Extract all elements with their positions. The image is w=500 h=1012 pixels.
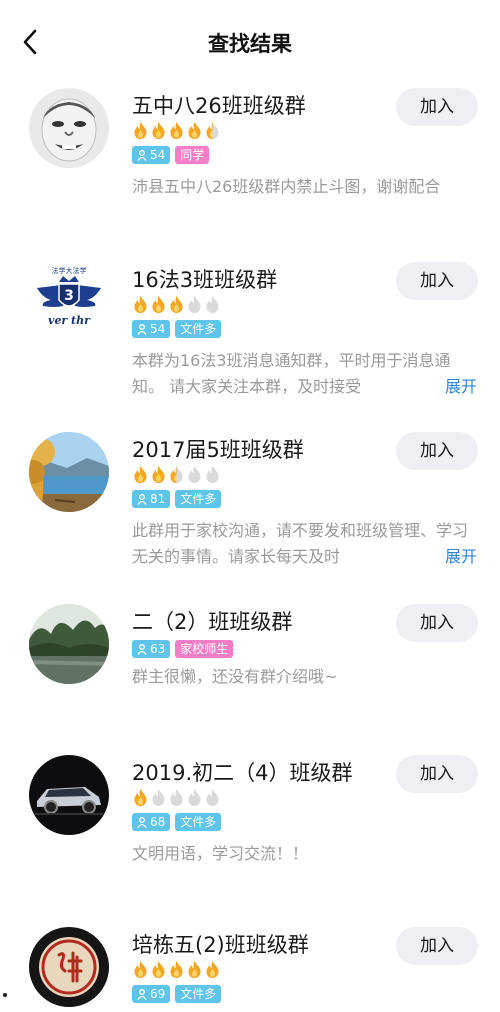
flame-empty-icon [170,789,183,806]
group-tag: 文件多 [175,985,222,1003]
flame-full-icon [206,961,219,978]
rating [132,788,221,807]
flame-full-icon [152,466,165,483]
flame-empty-icon [152,789,165,806]
person-icon [137,643,147,655]
member-count: 54 [150,322,166,336]
crown-wings-logo: 法学大法学 3 ver thr [29,262,109,342]
group-avatar[interactable] [29,755,109,835]
group-name[interactable]: 五中八26班班级群 [132,90,306,120]
group-tag: 家校师生 [175,640,234,658]
flame-full-icon [170,961,183,978]
member-count-badge: 54 [132,320,171,338]
person-icon [137,816,147,828]
flame-empty-icon [188,789,201,806]
flame-full-icon [170,296,183,313]
member-count: 68 [150,815,166,829]
forest-landscape [29,604,109,684]
member-count-badge: 54 [132,146,171,164]
member-count: 54 [150,148,166,162]
tag-row: 69 文件多 [132,985,222,1003]
tag-row: 63 家校师生 [132,640,234,658]
tag-row: 54 文件多 [132,320,222,338]
flame-full-icon [152,961,165,978]
group-name[interactable]: 2017届5班班级群 [132,434,304,464]
group-tag: 文件多 [175,490,222,508]
flame-full-icon [188,961,201,978]
join-button[interactable]: 加入 [396,755,478,793]
flame-full-icon [170,122,183,139]
person-icon [137,149,147,161]
flame-empty-icon [206,466,219,483]
rating [132,960,221,979]
logo-number: 3 [64,288,74,304]
flame-full-icon [134,296,147,313]
join-button[interactable]: 加入 [396,88,478,126]
seal-stamp [29,927,109,1007]
tag-row: 68 文件多 [132,813,222,831]
lake-landscape [29,432,109,512]
tag-row: 81 文件多 [132,490,222,508]
group-tag: 文件多 [175,813,222,831]
member-count: 81 [150,492,166,506]
flame-empty-icon [206,789,219,806]
rating [132,295,221,314]
member-count-badge: 68 [132,813,171,831]
expand-link[interactable]: 展开 [408,544,483,570]
join-button[interactable]: 加入 [396,432,478,470]
group-avatar[interactable]: 法学大法学 3 ver thr [29,262,109,342]
member-count: 63 [150,642,166,656]
logo-text-bottom: ver thr [48,314,91,327]
group-avatar[interactable] [29,88,109,168]
tag-row: 54 同学 [132,146,210,164]
flame-half-icon [206,122,219,139]
expand-link[interactable]: 展开 [408,374,483,400]
join-button[interactable]: 加入 [396,262,478,300]
member-count-badge: 69 [132,985,171,1003]
flame-empty-icon [188,466,201,483]
group-avatar[interactable] [29,927,109,1007]
flame-full-icon [188,122,201,139]
logo-text-top: 法学大法学 [52,266,87,275]
group-description: 群主很懒，还没有群介绍哦~ [132,667,338,686]
member-count-badge: 81 [132,490,171,508]
group-description: 沛县五中八26班级群内禁止斗图，谢谢配合 [132,177,441,196]
dot-marker [3,993,7,997]
flame-empty-icon [188,296,201,313]
group-name[interactable]: 培栋五(2)班班级群 [132,929,309,959]
flame-full-icon [152,122,165,139]
group-name[interactable]: 二（2）班班级群 [132,606,292,636]
person-icon [137,323,147,335]
member-count: 69 [150,987,166,1001]
flame-empty-icon [206,296,219,313]
flame-full-icon [134,789,147,806]
group-tag: 同学 [175,146,210,164]
rating [132,121,221,140]
group-tag: 文件多 [175,320,222,338]
group-list: 五中八26班班级群 54 同学 沛县五中八26班级群内禁止斗图，谢谢配合 加入 … [0,0,500,1012]
join-button[interactable]: 加入 [396,604,478,642]
group-avatar[interactable] [29,604,109,684]
group-name[interactable]: 16法3班班级群 [132,264,277,294]
car-photo [29,755,109,835]
group-avatar[interactable] [29,432,109,512]
group-name[interactable]: 2019.初二（4）班级群 [132,757,352,787]
member-count-badge: 63 [132,640,171,658]
flame-half-icon [170,466,183,483]
person-icon [137,988,147,1000]
flame-full-icon [152,296,165,313]
flame-full-icon [134,466,147,483]
join-button[interactable]: 加入 [396,927,478,965]
flame-full-icon [134,961,147,978]
face-avatar [29,88,109,168]
flame-full-icon [134,122,147,139]
group-description: 文明用语，学习交流！！ [132,844,309,863]
person-icon [137,493,147,505]
rating [132,465,221,484]
